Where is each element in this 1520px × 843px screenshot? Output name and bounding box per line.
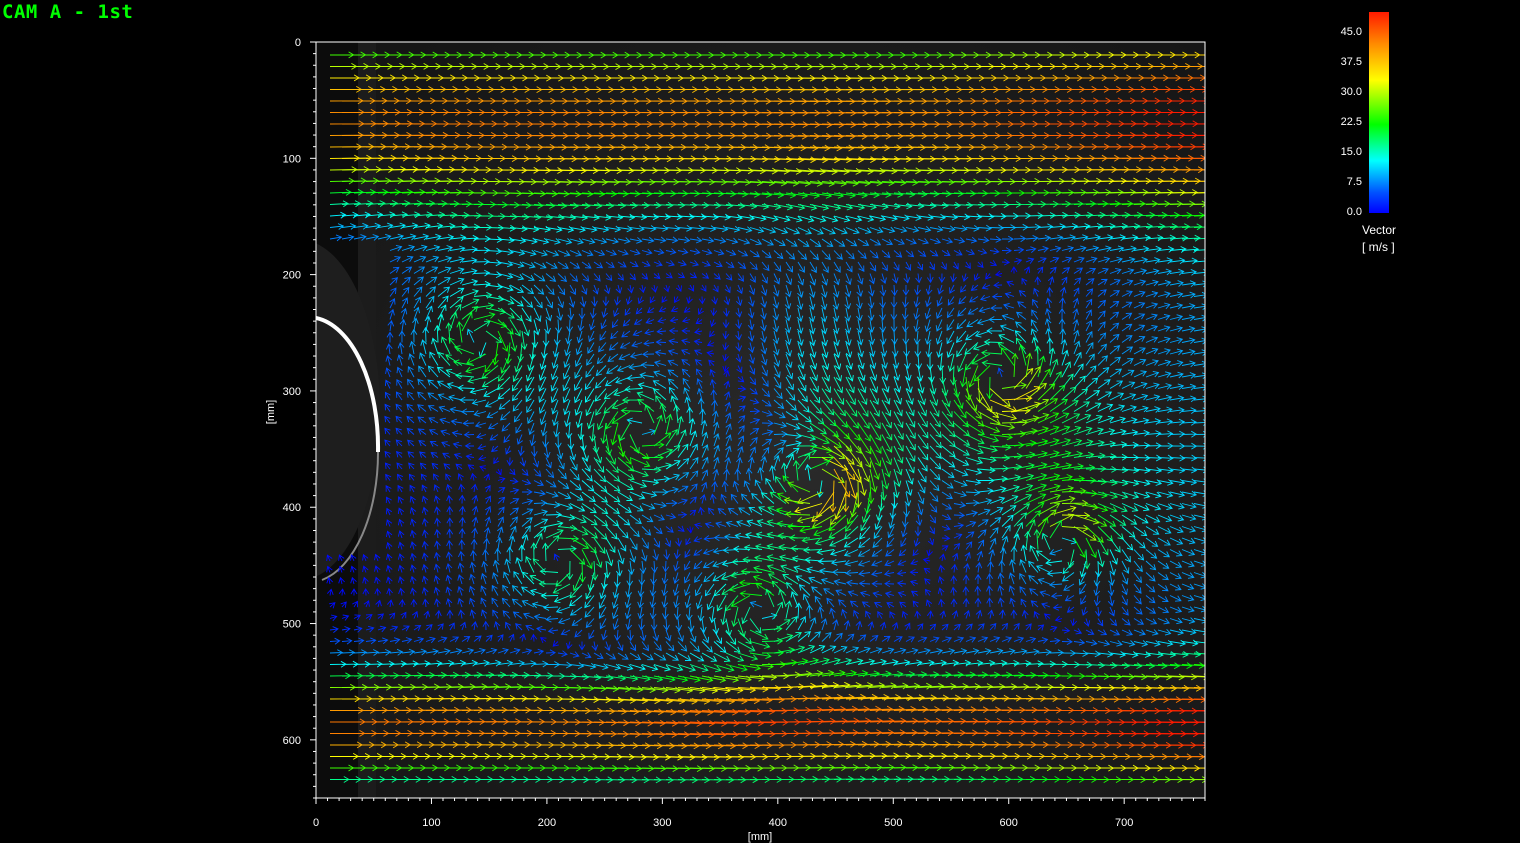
x-tick-label: 200 [538, 817, 556, 829]
y-tick-label: 100 [283, 153, 301, 165]
piv-viewer: CAM A - 1st 0 100 200 300 400 500 600 700 0 100 20… [0, 0, 1520, 843]
colorbar-tick: 15.0 [1340, 146, 1362, 158]
camera-background [316, 42, 1205, 798]
y-tick-label: 0 [295, 37, 301, 49]
colorbar-legend: 45.0 37.5 30.0 22.5 15.0 7.5 0.0 Vector … [1330, 12, 1420, 262]
y-tick-label: 500 [283, 619, 301, 631]
cylinder-body [316, 243, 380, 577]
colorbar-tick: 37.5 [1340, 56, 1362, 68]
colorbar-tick: 7.5 [1346, 176, 1362, 188]
x-tick-label: 700 [1115, 817, 1133, 829]
colorbar-unit: [ m/s ] [1362, 240, 1395, 254]
x-tick-label: 300 [653, 817, 671, 829]
colorbar-tick: 22.5 [1340, 116, 1362, 128]
colorbar-tick: 45.0 [1340, 26, 1362, 38]
x-tick-label: 500 [884, 817, 902, 829]
vector-plot[interactable]: 0 100 200 300 400 500 600 700 0 100 200 300 400 500 60… [0, 0, 1520, 843]
x-tick-label: 0 [313, 817, 319, 829]
y-tick-label: 300 [283, 386, 301, 398]
y-tick-label: 600 [283, 735, 301, 747]
y-tick-label: 400 [283, 502, 301, 514]
colorbar-title: Vector [1362, 223, 1397, 237]
colorbar-gradient [1369, 12, 1389, 213]
colorbar-tick: 0.0 [1346, 206, 1362, 218]
y-axis-label: [mm] [265, 400, 277, 424]
y-tick-label: 200 [283, 270, 301, 282]
x-tick-label: 600 [1000, 817, 1018, 829]
x-axis-label: [mm] [748, 831, 772, 843]
colorbar-tick: 30.0 [1340, 86, 1362, 98]
x-tick-label: 400 [769, 817, 787, 829]
x-tick-label: 100 [422, 817, 440, 829]
